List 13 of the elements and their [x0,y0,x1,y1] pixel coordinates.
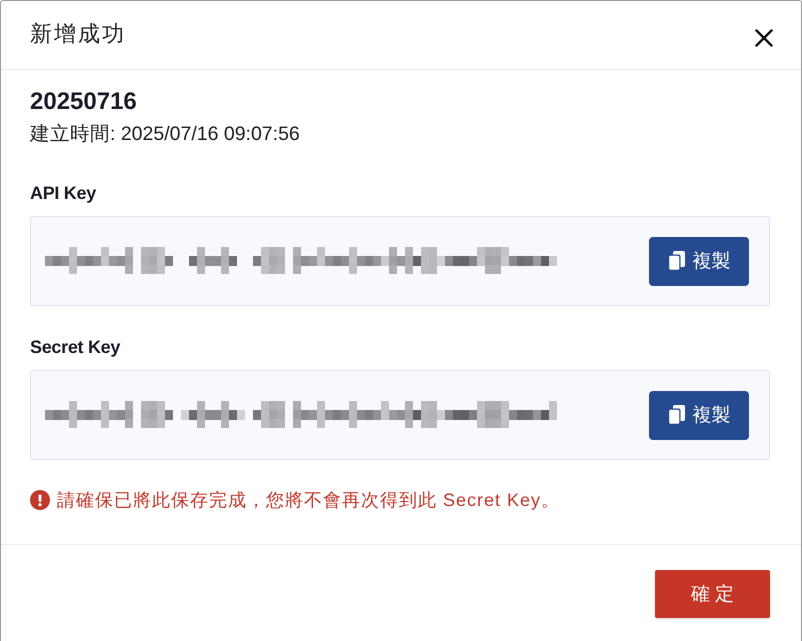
key-label: API Key [30,182,97,205]
dialog-title: 新增成功 [30,20,126,48]
confirm-button[interactable]: 確 定 [655,570,770,618]
copy-icon [668,251,684,271]
warning-message: 請確保已將此保存完成，您將不會再次得到此 Secret Key。 [57,489,560,512]
created-time: 建立時間: 2025/07/16 09:07:56 [30,122,301,147]
warning-icon [30,490,50,510]
close-icon [755,29,773,47]
record-name: 20250716 [30,87,138,117]
copy-icon [668,405,684,425]
copy-button[interactable]: 複製 [649,236,749,286]
copy-button[interactable]: 複製 [649,390,749,440]
key-label: Secret Key [30,336,122,359]
